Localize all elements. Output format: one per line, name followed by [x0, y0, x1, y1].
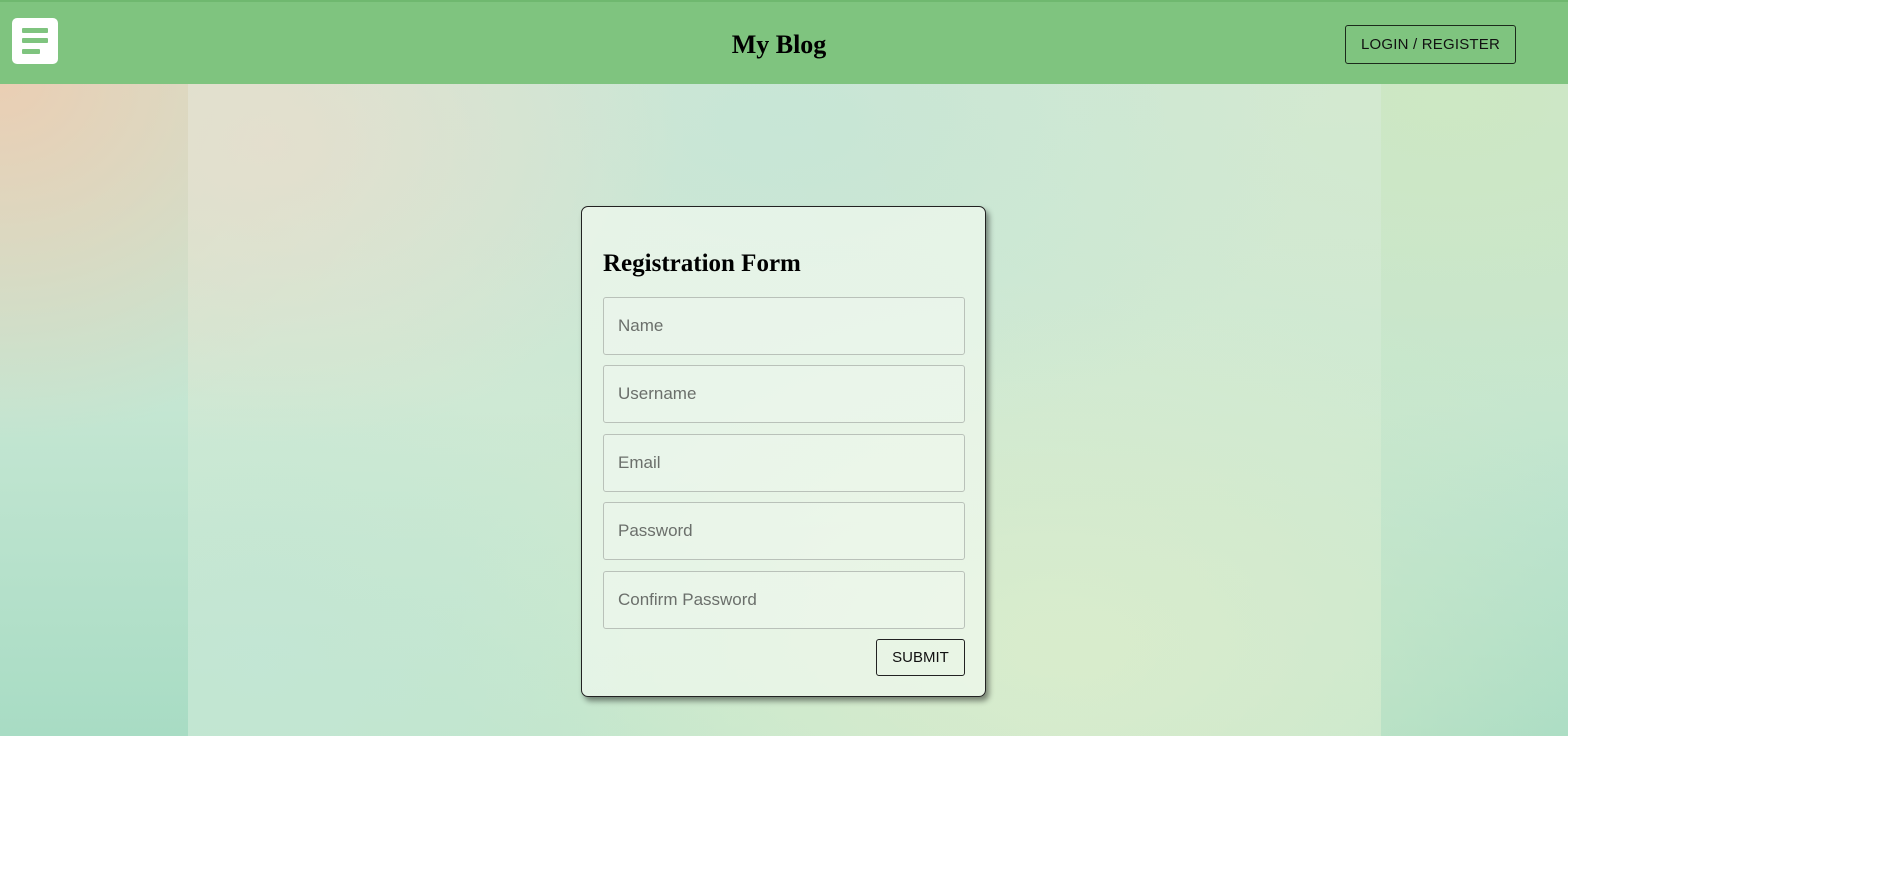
- email-field[interactable]: [603, 434, 965, 492]
- login-register-button[interactable]: LOGIN / REGISTER: [1345, 25, 1516, 64]
- top-navbar: My Blog LOGIN / REGISTER: [0, 0, 1568, 84]
- password-field[interactable]: [603, 502, 965, 560]
- page: My Blog LOGIN / REGISTER Registration Fo…: [0, 0, 1568, 736]
- form-title: Registration Form: [603, 250, 801, 277]
- registration-form: Registration Form SUBMIT: [581, 206, 986, 697]
- username-field[interactable]: [603, 365, 965, 423]
- submit-button[interactable]: SUBMIT: [876, 639, 965, 676]
- site-title: My Blog: [731, 30, 827, 59]
- confirm-password-field[interactable]: [603, 571, 965, 629]
- name-field[interactable]: [603, 297, 965, 355]
